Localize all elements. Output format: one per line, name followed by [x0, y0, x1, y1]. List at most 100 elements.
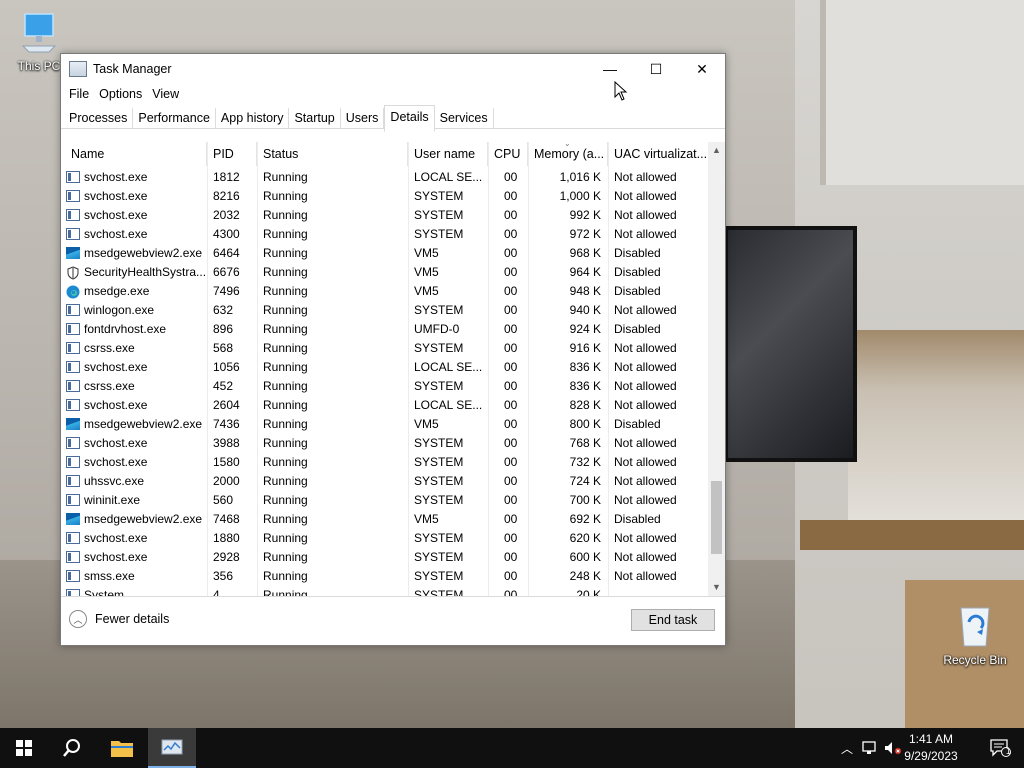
table-row[interactable]: svchost.exe 3988 Running SYSTEM 00 768 K Not a…: [61, 434, 707, 453]
vertical-scrollbar[interactable]: ▲ ▼: [708, 142, 725, 596]
table-row[interactable]: SecurityHealthSystra... 6676 Running VM5 00 9…: [61, 263, 707, 282]
tab-processes[interactable]: Processes: [64, 108, 134, 128]
cell-user: LOCAL SE...: [414, 398, 483, 412]
table-row[interactable]: msedgewebview2.exe 7468 Running VM5 00 692 K D…: [61, 510, 707, 529]
table-row[interactable]: winlogon.exe 632 Running SYSTEM 00 940 K Not a…: [61, 301, 707, 320]
mouse-cursor-icon: [614, 81, 628, 101]
cell-status: Running: [263, 569, 308, 583]
taskbar-file-explorer[interactable]: [98, 728, 146, 768]
close-button[interactable]: ✕: [679, 54, 725, 84]
menu-view[interactable]: View: [147, 87, 184, 101]
table-row[interactable]: svchost.exe 1580 Running SYSTEM 00 732 K Not a…: [61, 453, 707, 472]
column-header-status[interactable]: Status: [257, 142, 408, 166]
tab-app-history[interactable]: App history: [216, 108, 290, 128]
process-icon: [66, 589, 80, 596]
maximize-button[interactable]: ☐: [633, 54, 679, 84]
cell-pid: 7496: [213, 284, 240, 298]
minimize-button[interactable]: —: [587, 54, 633, 84]
search-button[interactable]: [48, 728, 96, 768]
table-row[interactable]: uhssvc.exe 2000 Running SYSTEM 00 724 K Not al…: [61, 472, 707, 491]
cell-pid: 1056: [213, 360, 240, 374]
cell-pid: 356: [213, 569, 234, 583]
process-icon: [66, 228, 80, 240]
table-row[interactable]: msedge.exe 7496 Running VM5 00 948 K Disabled: [61, 282, 707, 301]
wallpaper-mirror: [848, 330, 1024, 530]
column-header-uac-virtualization[interactable]: UAC virtualizat...: [608, 142, 707, 166]
cell-mem: 992 K: [569, 208, 601, 222]
end-task-button[interactable]: End task: [631, 609, 715, 631]
table-row[interactable]: msedgewebview2.exe 6464 Running VM5 00 968 K D…: [61, 244, 707, 263]
table-row[interactable]: csrss.exe 452 Running SYSTEM 00 836 K Not allo…: [61, 377, 707, 396]
folder-icon: [111, 741, 133, 757]
scrollbar-thumb[interactable]: [711, 481, 722, 554]
table-row[interactable]: svchost.exe 4300 Running SYSTEM 00 972 K Not a…: [61, 225, 707, 244]
tab-performance[interactable]: Performance: [133, 108, 216, 128]
cell-user: SYSTEM: [414, 303, 464, 317]
cell-user: SYSTEM: [414, 455, 464, 469]
menu-file[interactable]: File: [64, 87, 94, 101]
title-bar[interactable]: Task Manager — ☐ ✕: [61, 54, 725, 84]
taskbar-task-manager[interactable]: [148, 728, 196, 768]
tab-details[interactable]: Details: [384, 105, 435, 132]
cell-uac: Not allowed: [614, 436, 677, 450]
fewer-details-button[interactable]: ︿ Fewer details: [69, 610, 169, 628]
table-row[interactable]: System 4 Running SYSTEM 00 20 K: [61, 586, 707, 596]
cell-status: Running: [263, 436, 308, 450]
desktop-icon-recycle-bin[interactable]: Recycle Bin: [940, 602, 1010, 667]
table-row[interactable]: wininit.exe 560 Running SYSTEM 00 700 K Not al…: [61, 491, 707, 510]
cell-mem: 692 K: [569, 512, 601, 526]
process-icon: [66, 475, 80, 487]
table-row[interactable]: svchost.exe 1056 Running LOCAL SE... 00 836 K…: [61, 358, 707, 377]
cell-uac: Not allowed: [614, 341, 677, 355]
notification-center-button[interactable]: 1: [976, 728, 1024, 768]
cell-status: Running: [263, 550, 308, 564]
cell-cpu: 00: [504, 189, 518, 203]
cell-uac: Not allowed: [614, 208, 677, 222]
table-row[interactable]: svchost.exe 2928 Running SYSTEM 00 600 K Not a…: [61, 548, 707, 567]
cell-mem: 768 K: [569, 436, 601, 450]
tab-services[interactable]: Services: [435, 108, 494, 128]
table-row[interactable]: svchost.exe 2604 Running LOCAL SE... 00 828 K…: [61, 396, 707, 415]
menu-options[interactable]: Options: [94, 87, 147, 101]
cell-uac: Not allowed: [614, 170, 677, 184]
tab-users[interactable]: Users: [341, 108, 385, 128]
cell-name: svchost.exe: [84, 455, 148, 469]
column-header-pid[interactable]: PID: [207, 142, 257, 166]
table-row[interactable]: fontdrvhost.exe 896 Running UMFD-0 00 924 K Di…: [61, 320, 707, 339]
chevron-up-icon[interactable]: ︿: [838, 740, 856, 757]
cell-cpu: 00: [504, 550, 518, 564]
table-row[interactable]: svchost.exe 1880 Running SYSTEM 00 620 K Not a…: [61, 529, 707, 548]
task-manager-window: Task Manager — ☐ ✕ File Options View Pro…: [60, 53, 726, 646]
cell-mem: 20 K: [576, 588, 601, 596]
column-header-user-name[interactable]: User name: [408, 142, 488, 166]
cell-pid: 6464: [213, 246, 240, 260]
table-body: svchost.exe 1812 Running LOCAL SE... 00 1,016…: [61, 166, 707, 596]
cell-mem: 948 K: [569, 284, 601, 298]
table-row[interactable]: smss.exe 356 Running SYSTEM 00 248 K Not allow…: [61, 567, 707, 586]
column-header-name[interactable]: Name: [65, 142, 207, 166]
table-row[interactable]: svchost.exe 1812 Running LOCAL SE... 00 1,016…: [61, 168, 707, 187]
cell-user: SYSTEM: [414, 208, 464, 222]
scroll-up-icon[interactable]: ▲: [708, 142, 725, 159]
cell-status: Running: [263, 189, 308, 203]
table-row[interactable]: svchost.exe 8216 Running SYSTEM 00 1,000 K Not…: [61, 187, 707, 206]
cell-status: Running: [263, 303, 308, 317]
network-icon[interactable]: [862, 741, 878, 755]
scroll-down-icon[interactable]: ▼: [708, 579, 725, 596]
start-button[interactable]: [0, 728, 48, 768]
cell-pid: 3988: [213, 436, 240, 450]
cell-cpu: 00: [504, 170, 518, 184]
process-icon: [66, 171, 80, 183]
table-row[interactable]: svchost.exe 2032 Running SYSTEM 00 992 K Not a…: [61, 206, 707, 225]
notification-count-badge: 1: [1006, 746, 1012, 756]
tab-startup[interactable]: Startup: [289, 108, 341, 128]
cell-user: SYSTEM: [414, 379, 464, 393]
table-row[interactable]: csrss.exe 568 Running SYSTEM 00 916 K Not allo…: [61, 339, 707, 358]
cell-user: SYSTEM: [414, 550, 464, 564]
column-header-cpu[interactable]: CPU: [488, 142, 528, 166]
cell-cpu: 00: [504, 531, 518, 545]
cell-pid: 7436: [213, 417, 240, 431]
table-row[interactable]: msedgewebview2.exe 7436 Running VM5 00 800 K D…: [61, 415, 707, 434]
desktop-icon-label: This PC: [17, 59, 61, 73]
taskbar-clock[interactable]: 1:41 AM 9/29/2023: [896, 731, 966, 765]
